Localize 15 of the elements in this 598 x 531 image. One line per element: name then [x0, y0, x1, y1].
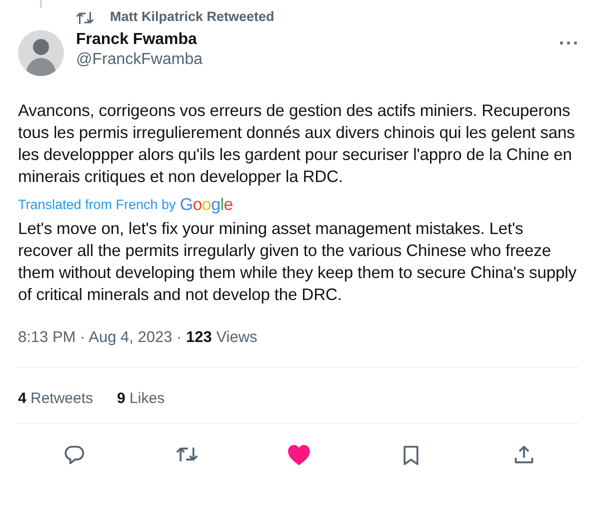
author-name[interactable]: Franck Fwamba	[76, 30, 202, 50]
google-logo[interactable]: Google	[180, 192, 233, 218]
stat-link[interactable]: 4 Retweets	[18, 388, 94, 410]
avatar[interactable]	[18, 30, 64, 76]
more-button[interactable]: ···	[555, 30, 584, 56]
retweeted-by-text[interactable]: Matt Kilpatrick Retweeted	[110, 7, 274, 28]
author-handle[interactable]: @FranckFwamba	[76, 50, 202, 70]
retweet-icon	[76, 10, 94, 26]
reply-icon	[63, 444, 86, 466]
translated-text: Let's move on, let's fix your mining asset management mistakes. Let's recover all the permits irregularly given to the various Chinese who freeze them without developing them while they keep them to secure China's supply of critical minerals and not develop the DRC.	[18, 218, 578, 306]
tweet-timestamp[interactable]: 8:13 PM · Aug 4, 2023 · 123 Views	[18, 326, 580, 349]
translation-note: Translated from French by	[18, 196, 176, 214]
tweet-text: Avancons, corrigeons vos erreurs de gestion des actifs miniers. Recuperons tous les permis irregulierement donnés aux divers chinois qui les gelent sans les developpper alors qu'ils les gardent pour securiser l'appro de la Chine en minerais critiques et non developper la RDC.	[18, 100, 576, 188]
stat-link[interactable]: 9 Likes	[117, 388, 165, 410]
share-icon	[512, 444, 535, 466]
